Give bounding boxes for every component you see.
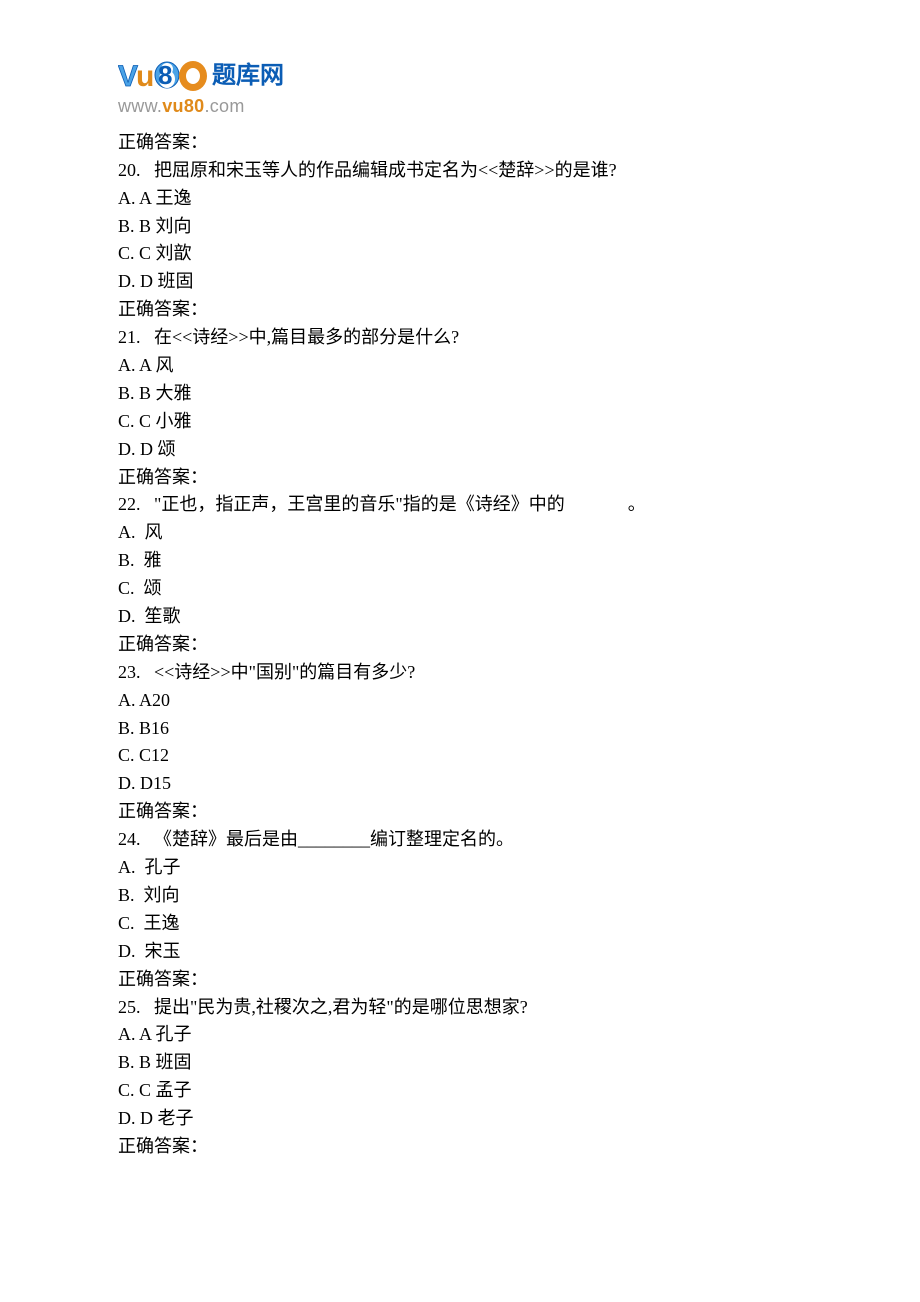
answer-line: 正确答案： <box>118 631 802 659</box>
option: A. A 王逸 <box>118 185 802 213</box>
logo-url: www.vu80.com <box>118 93 802 121</box>
option: B. B 班固 <box>118 1049 802 1077</box>
answer-line: 正确答案： <box>118 464 802 492</box>
option: C. 王逸 <box>118 910 802 938</box>
question-23: 23. <<诗经>>中"国别"的篇目有多少? <box>118 659 802 687</box>
option: D. D15 <box>118 770 802 798</box>
option: C. 颂 <box>118 575 802 603</box>
question-list: 正确答案： 20. 把屈原和宋玉等人的作品编辑成书定名为<<楚辞>>的是谁? A… <box>118 129 802 1161</box>
option: A. A20 <box>118 687 802 715</box>
option: A. 孔子 <box>118 854 802 882</box>
option: D. 笙歌 <box>118 603 802 631</box>
answer-line: 正确答案： <box>118 966 802 994</box>
svg-text:8: 8 <box>158 60 172 90</box>
answer-line: 正确答案： <box>118 798 802 826</box>
answer-line: 正确答案： <box>118 1133 802 1161</box>
question-22: 22. "正也，指正声，王宫里的音乐"指的是《诗经》中的 。 <box>118 491 802 519</box>
option: C. C 小雅 <box>118 408 802 436</box>
logo-text-cn: 题库网 <box>212 57 284 94</box>
option: A. A 风 <box>118 352 802 380</box>
question-24: 24. 《楚辞》最后是由________编订整理定名的。 <box>118 826 802 854</box>
option: D. 宋玉 <box>118 938 802 966</box>
svg-text:V: V <box>118 60 138 93</box>
answer-line-intro: 正确答案： <box>118 129 802 157</box>
option: C. C12 <box>118 742 802 770</box>
site-logo: V u 8 题库网 www.vu80.com <box>118 56 802 121</box>
answer-line: 正确答案： <box>118 296 802 324</box>
option: B. B 刘向 <box>118 213 802 241</box>
option: D. D 老子 <box>118 1105 802 1133</box>
svg-text:u: u <box>136 60 154 93</box>
question-20: 20. 把屈原和宋玉等人的作品编辑成书定名为<<楚辞>>的是谁? <box>118 157 802 185</box>
option: B. 雅 <box>118 547 802 575</box>
option: C. C 刘歆 <box>118 240 802 268</box>
option: B. 刘向 <box>118 882 802 910</box>
logo-icon: V u 8 <box>118 56 210 96</box>
option: A. A 孔子 <box>118 1021 802 1049</box>
option: A. 风 <box>118 519 802 547</box>
question-25: 25. 提出"民为贵,社稷次之,君为轻"的是哪位思想家? <box>118 994 802 1022</box>
option: D. D 颂 <box>118 436 802 464</box>
option: D. D 班固 <box>118 268 802 296</box>
option: C. C 孟子 <box>118 1077 802 1105</box>
option: B. B16 <box>118 715 802 743</box>
question-21: 21. 在<<诗经>>中,篇目最多的部分是什么? <box>118 324 802 352</box>
option: B. B 大雅 <box>118 380 802 408</box>
